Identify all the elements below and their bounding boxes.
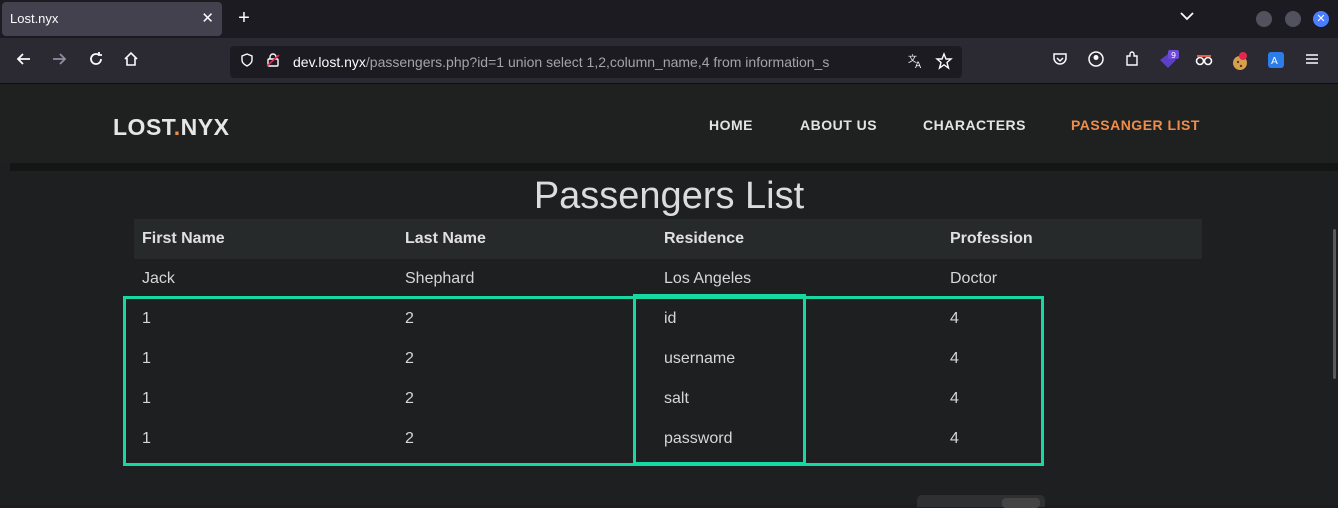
- logo-dot: .: [173, 114, 181, 140]
- menu-hamburger-icon[interactable]: [1301, 50, 1323, 72]
- site-header: LOST.NYX HOME ABOUT US CHARACTERS PASSAN…: [0, 84, 1338, 163]
- new-tab-button[interactable]: +: [234, 7, 254, 30]
- maximize-window-icon[interactable]: [1285, 11, 1301, 27]
- pocket-icon[interactable]: [1049, 50, 1071, 72]
- column-header: First Name: [142, 230, 225, 247]
- home-icon[interactable]: [120, 50, 142, 72]
- tab-strip: Lost.nyx ✕ + ✕: [0, 0, 1338, 38]
- table-cell: Shephard: [405, 270, 475, 287]
- url-path: /passengers.php?id=1 union select 1,2,co…: [365, 54, 830, 70]
- url-host: dev.lost.nyx: [293, 54, 366, 70]
- column-header: Profession: [950, 230, 1033, 247]
- web-page: LOST.NYX HOME ABOUT US CHARACTERS PASSAN…: [0, 84, 1338, 508]
- bookmark-star-icon[interactable]: [934, 52, 954, 73]
- translate-extension-icon[interactable]: A: [1265, 50, 1287, 72]
- browser-tab[interactable]: Lost.nyx ✕: [2, 2, 222, 36]
- extension-badge-icon[interactable]: 9: [1157, 50, 1179, 72]
- nav-about-us[interactable]: ABOUT US: [800, 117, 877, 133]
- back-icon[interactable]: [13, 50, 35, 72]
- column-header: Last Name: [405, 230, 486, 247]
- extensions-icon[interactable]: [1121, 50, 1143, 72]
- logo-left: LOST: [113, 114, 174, 140]
- nav-characters[interactable]: CHARACTERS: [923, 117, 1026, 133]
- forward-icon[interactable]: [48, 50, 70, 72]
- nav-passanger-list[interactable]: PASSANGER LIST: [1071, 117, 1200, 133]
- table-row: Jack Shephard Los Angeles Doctor: [134, 259, 1202, 299]
- nav-home[interactable]: HOME: [709, 117, 753, 133]
- close-tab-icon[interactable]: ✕: [201, 9, 214, 27]
- injected-rows-highlight: [123, 296, 1044, 466]
- cookie-extension-icon[interactable]: [1229, 50, 1251, 72]
- table-cell: Jack: [142, 270, 175, 287]
- header-divider: [10, 163, 1338, 171]
- table-cell: Doctor: [950, 270, 998, 287]
- logo-right: NYX: [180, 114, 230, 140]
- site-logo[interactable]: LOST.NYX: [113, 114, 229, 141]
- table-header: First Name Last Name Residence Professio…: [134, 219, 1202, 259]
- account-icon[interactable]: [1085, 50, 1107, 72]
- reload-icon[interactable]: [85, 50, 107, 72]
- page-scrollbar[interactable]: [1333, 229, 1336, 379]
- svg-text:A: A: [1271, 56, 1278, 67]
- spy-extension-icon[interactable]: [1193, 50, 1215, 72]
- shield-icon[interactable]: [237, 52, 257, 71]
- minimize-window-icon[interactable]: [1256, 11, 1272, 27]
- navigation-toolbar: dev.lost.nyx/passengers.php?id=1 union s…: [0, 38, 1338, 84]
- column-header: Residence: [664, 230, 745, 247]
- url-bar[interactable]: dev.lost.nyx/passengers.php?id=1 union s…: [230, 46, 962, 78]
- tab-title: Lost.nyx: [10, 11, 59, 26]
- insecure-lock-icon[interactable]: [263, 52, 283, 71]
- list-tabs-icon[interactable]: [1180, 8, 1194, 26]
- bottom-widget-handle[interactable]: [1002, 498, 1040, 508]
- table-cell: Los Angeles: [664, 270, 752, 287]
- svg-text:9: 9: [1171, 51, 1176, 60]
- svg-text:A: A: [915, 61, 922, 70]
- page-title: Passengers List: [533, 175, 805, 217]
- translate-icon[interactable]: 文A: [906, 52, 926, 73]
- url-text[interactable]: dev.lost.nyx/passengers.php?id=1 union s…: [293, 54, 899, 70]
- column-names-highlight: [633, 294, 806, 465]
- close-window-icon[interactable]: ✕: [1313, 11, 1329, 27]
